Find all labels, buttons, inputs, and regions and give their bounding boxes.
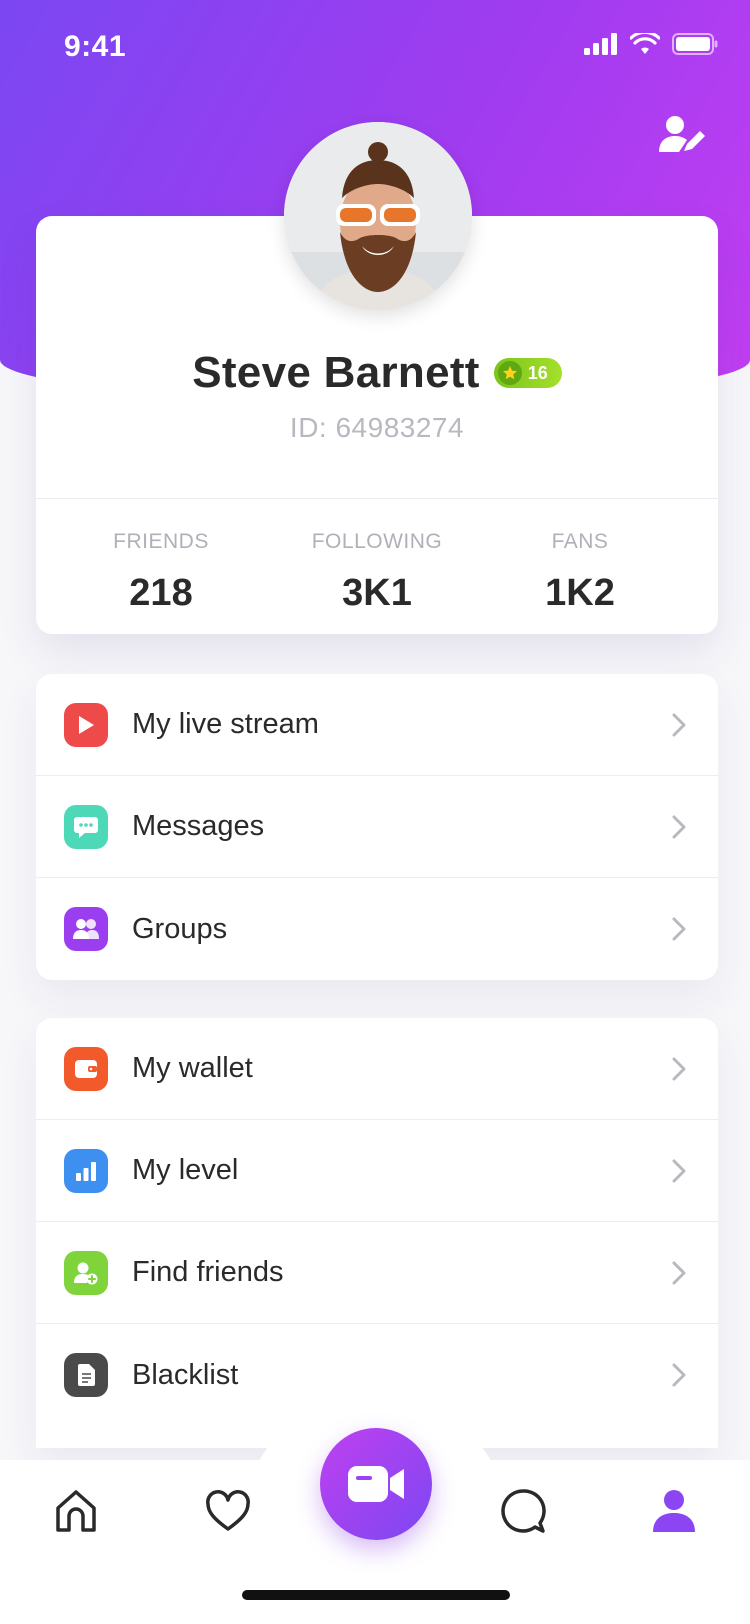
menu-label: My level: [132, 1154, 239, 1186]
chevron-right-icon: [672, 713, 686, 736]
menu-item-live-stream[interactable]: My live stream: [36, 674, 718, 776]
avatar-image: [284, 122, 472, 310]
heart-icon: [206, 1490, 250, 1531]
home-icon: [56, 1490, 96, 1532]
battery-icon: [672, 33, 718, 55]
play-icon: [64, 702, 108, 747]
tab-messages[interactable]: [488, 1480, 558, 1542]
menu-label: Messages: [132, 810, 265, 842]
chevron-right-icon: [672, 1159, 686, 1182]
stat-label: FANS: [551, 530, 609, 553]
chat-bubble-icon: [501, 1489, 546, 1533]
chevron-right-icon: [672, 1261, 686, 1284]
wallet-icon: [64, 1046, 108, 1091]
group-icon: [64, 907, 108, 951]
user-id: ID: 64983274: [289, 412, 465, 443]
stat-fans[interactable]: FANS 1K2: [500, 530, 660, 615]
menu-label: Blacklist: [132, 1358, 239, 1391]
tab-favorites[interactable]: [193, 1480, 263, 1542]
stat-following[interactable]: FOLLOWING 3K1: [272, 530, 482, 615]
menu-item-find-friends[interactable]: Find friends: [36, 1222, 718, 1324]
stat-friends[interactable]: FRIENDS 218: [36, 530, 286, 615]
chevron-right-icon: [672, 815, 686, 838]
menu-item-groups[interactable]: Groups: [36, 878, 718, 980]
star-icon: [497, 361, 522, 385]
level-value: 16: [527, 362, 548, 383]
edit-user-icon: [659, 116, 705, 152]
menu-item-wallet[interactable]: My wallet: [36, 1018, 718, 1120]
avatar[interactable]: [284, 122, 472, 310]
wifi-icon: [630, 33, 660, 54]
go-live-button[interactable]: [320, 1428, 432, 1540]
name-row: Steve Barnett 16: [36, 348, 718, 398]
status-time: 9:41: [64, 30, 127, 63]
stat-label: FRIENDS: [113, 530, 209, 553]
chat-icon: [64, 804, 108, 849]
menu-group-secondary: My wallet My level Find friends Blacklis…: [36, 1018, 718, 1448]
profile-icon: [653, 1490, 695, 1532]
menu-label: Find friends: [132, 1256, 284, 1288]
menu-group-primary: My live stream Messages Groups: [36, 674, 718, 980]
tab-profile[interactable]: [639, 1480, 709, 1542]
menu-item-level[interactable]: My level: [36, 1120, 718, 1222]
add-user-icon: [64, 1250, 108, 1295]
signal-icon: [584, 33, 617, 55]
chevron-right-icon: [672, 1057, 686, 1080]
menu-label: Groups: [132, 912, 228, 945]
menu-label: My wallet: [132, 1052, 253, 1084]
stat-value: 3K1: [342, 572, 412, 614]
home-indicator: [242, 1590, 510, 1600]
tab-home[interactable]: [41, 1480, 111, 1542]
card-divider: [36, 498, 718, 499]
menu-item-messages[interactable]: Messages: [36, 776, 718, 878]
video-camera-icon: [348, 1466, 404, 1502]
stats-row: FRIENDS 218 FOLLOWING 3K1 FANS 1K2: [36, 530, 718, 620]
document-icon: [64, 1353, 108, 1397]
stat-value: 218: [129, 572, 193, 614]
edit-profile-button[interactable]: [652, 110, 712, 160]
bar-chart-icon: [64, 1148, 108, 1193]
chevron-right-icon: [672, 917, 686, 941]
chevron-right-icon: [672, 1363, 686, 1387]
menu-label: My live stream: [132, 708, 319, 740]
stat-label: FOLLOWING: [311, 530, 443, 553]
status-icons: [584, 32, 718, 56]
stat-value: 1K2: [545, 572, 615, 614]
status-bar: 9:41: [0, 0, 750, 94]
level-badge: 16: [493, 358, 562, 388]
user-name: Steve Barnett: [192, 348, 480, 397]
